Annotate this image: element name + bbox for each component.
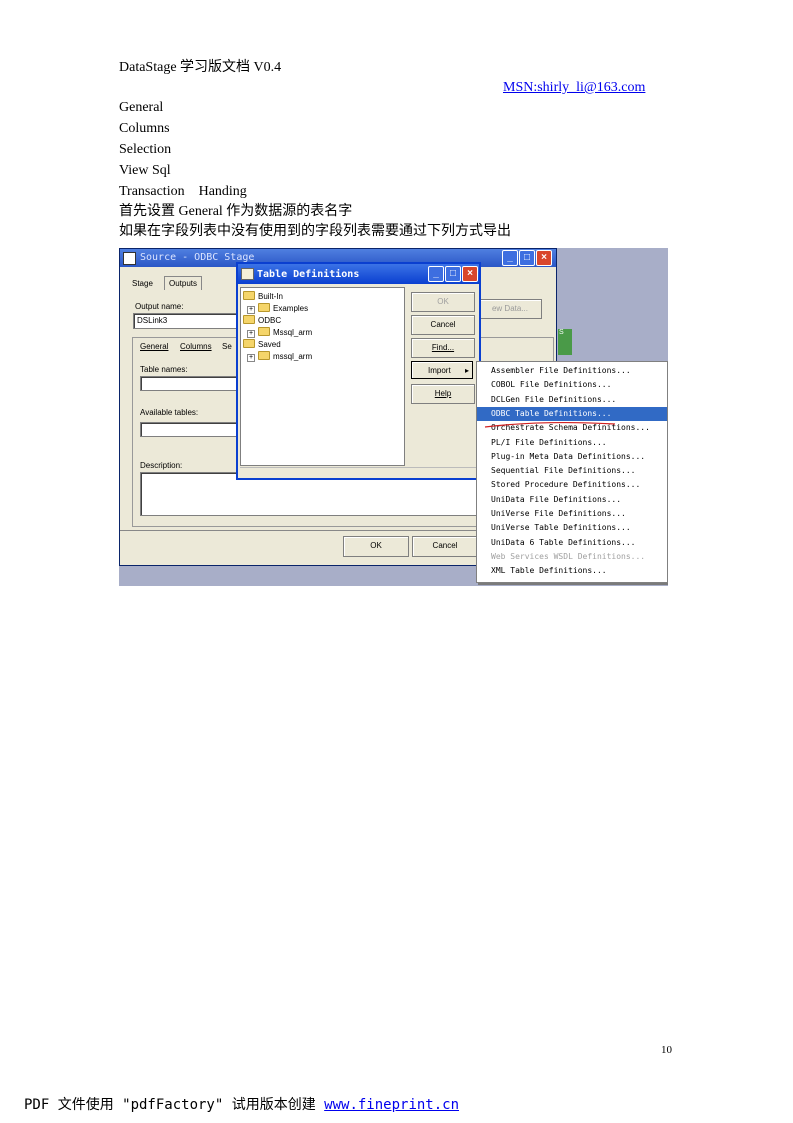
menu-item-universe-file[interactable]: UniVerse File Definitions... xyxy=(477,507,667,521)
menu-item-web-services-wsdl: Web Services WSDL Definitions... xyxy=(491,551,646,561)
tree-node-built-in[interactable]: Built-In xyxy=(243,291,283,301)
red-annotation-stroke xyxy=(484,421,616,428)
definitions-tree[interactable]: Built-In + Examples ODBC + Mssql_arm Saved… xyxy=(240,287,405,466)
folder-icon xyxy=(243,291,255,300)
table-names-field[interactable] xyxy=(140,376,242,391)
folder-icon xyxy=(243,339,255,348)
menu-item-unidata6-table[interactable]: UniData 6 Table Definitions... xyxy=(477,536,667,550)
menu-item-pli[interactable]: PL/I File Definitions... xyxy=(477,436,667,450)
source-cancel-button[interactable]: Cancel xyxy=(412,536,478,557)
dialog-minimize-icon[interactable]: _ xyxy=(428,266,444,282)
dialog-maximize-icon[interactable]: □ xyxy=(445,266,461,282)
table-definitions-icon xyxy=(241,268,254,280)
menu-item-plugin-meta[interactable]: Plug-in Meta Data Definitions... xyxy=(477,450,667,464)
menu-item-universe-table[interactable]: UniVerse Table Definitions... xyxy=(477,521,667,535)
output-name-value: DSLink3 xyxy=(137,316,168,325)
expand-icon[interactable]: + xyxy=(247,306,255,314)
menu-item-cobol[interactable]: COBOL File Definitions... xyxy=(477,378,667,392)
output-name-field[interactable]: DSLink3 xyxy=(133,313,239,329)
table-definitions-titlebar: Table Definitions _ □ × xyxy=(238,264,479,284)
msn-contact-link[interactable]: MSN:shirly_li@163.com xyxy=(503,80,645,96)
source-ok-button[interactable]: OK xyxy=(343,536,409,557)
body-line-general: General xyxy=(119,100,164,115)
tree-node-examples[interactable]: + Examples xyxy=(247,303,308,314)
menu-item-unidata-file[interactable]: UniData File Definitions... xyxy=(477,493,667,507)
folder-icon xyxy=(258,351,270,360)
inner-tab-general[interactable]: General xyxy=(140,342,168,351)
dialog-close-icon[interactable]: × xyxy=(462,266,478,282)
expand-icon[interactable]: + xyxy=(247,330,255,338)
table-definitions-title: Table Definitions xyxy=(257,269,360,280)
available-tables-label: Available tables: xyxy=(140,408,199,417)
definitions-find-button[interactable]: Find... xyxy=(411,338,475,358)
source-close-icon[interactable]: × xyxy=(536,250,552,266)
description-label: Description: xyxy=(140,461,183,470)
import-menu: Assembler File Definitions... COBOL File… xyxy=(476,361,668,583)
footer-fineprint-link[interactable]: www.fineprint.cn xyxy=(324,1097,459,1113)
tree-node-saved[interactable]: Saved xyxy=(243,339,281,349)
document-title: DataStage 学习版文档 V0.4 xyxy=(119,60,282,75)
available-tables-field[interactable] xyxy=(140,422,242,437)
embedded-screenshot: Source - ODBC Stage Stage Outputs Output… xyxy=(119,248,668,586)
expand-icon[interactable]: + xyxy=(247,354,255,362)
menu-item-stored-procedure[interactable]: Stored Procedure Definitions... xyxy=(477,478,667,492)
source-maximize-icon[interactable]: □ xyxy=(519,250,535,266)
menu-item-xml-table[interactable]: XML Table Definitions... xyxy=(477,564,667,578)
folder-icon xyxy=(243,315,255,324)
page-number: 10 xyxy=(661,1044,672,1056)
stage-side-icon: S xyxy=(558,329,572,355)
body-line-view-sql: View Sql xyxy=(119,163,171,178)
dialog-status-bar xyxy=(240,467,477,477)
submenu-arrow-icon: ▸ xyxy=(465,366,470,375)
definitions-cancel-button[interactable]: Cancel xyxy=(411,315,475,335)
inner-tab-columns[interactable]: Columns xyxy=(180,342,212,351)
body-line-export-note: 如果在字段列表中没有使用到的字段列表需要通过下列方式导出 xyxy=(119,224,511,239)
tab-stage[interactable]: Stage xyxy=(132,279,153,288)
tree-node-saved-mssql-arm[interactable]: + mssql_arm xyxy=(247,351,312,362)
tree-node-mssql-arm[interactable]: + Mssql_arm xyxy=(247,327,312,338)
table-definitions-dialog: Table Definitions _ □ × Built-In + Exampl… xyxy=(236,262,481,480)
menu-item-assembler[interactable]: Assembler File Definitions... xyxy=(477,364,667,378)
body-line-transaction: Transaction Handing xyxy=(119,184,247,199)
body-line-selection: Selection xyxy=(119,142,172,157)
view-data-button[interactable]: ew Data... xyxy=(478,299,542,319)
definitions-ok-button[interactable]: OK xyxy=(411,292,475,312)
tree-node-odbc[interactable]: ODBC xyxy=(243,315,281,325)
definitions-import-button[interactable]: Import ▸ xyxy=(411,361,473,379)
inner-tab-selection[interactable]: Se xyxy=(222,342,232,351)
tab-outputs[interactable]: Outputs xyxy=(164,276,203,290)
body-line-general-note: 首先设置 General 作为数据源的表名字 xyxy=(119,204,353,219)
source-minimize-icon[interactable]: _ xyxy=(502,250,518,266)
app-icon xyxy=(123,252,136,265)
menu-item-dclgen[interactable]: DCLGen File Definitions... xyxy=(477,393,667,407)
table-names-label: Table names: xyxy=(140,365,188,374)
folder-icon xyxy=(258,303,270,312)
folder-icon xyxy=(258,327,270,336)
body-line-columns: Columns xyxy=(119,121,170,136)
footer-note: PDF 文件使用 "pdfFactory" 试用版本创建 www.finepri… xyxy=(24,1097,460,1113)
output-name-label: Output name: xyxy=(135,302,184,311)
menu-item-sequential[interactable]: Sequential File Definitions... xyxy=(477,464,667,478)
definitions-help-button[interactable]: Help xyxy=(411,384,475,404)
